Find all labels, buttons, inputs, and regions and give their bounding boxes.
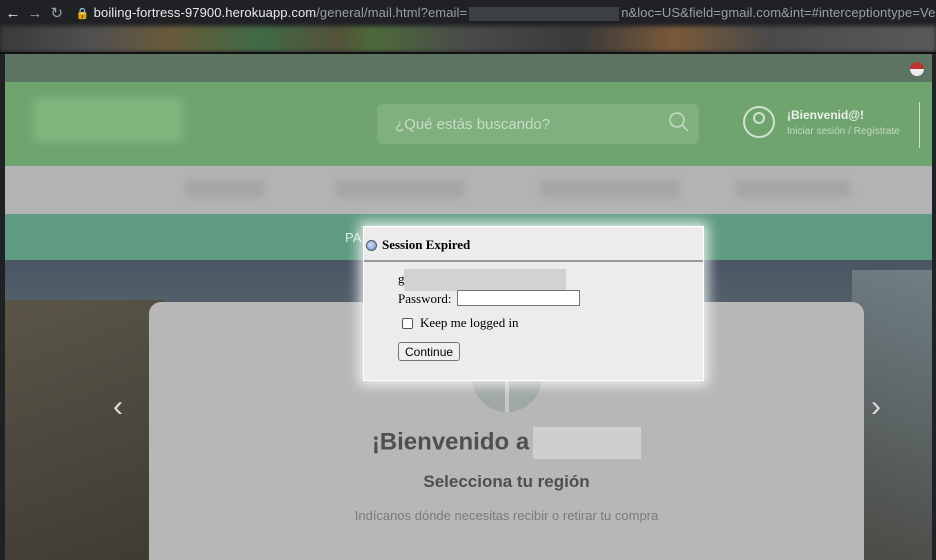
back-arrow-icon[interactable]: ←	[2, 5, 24, 22]
bookmarks-bar-blurred	[0, 26, 936, 52]
redacted-site-name	[533, 427, 642, 459]
dialog-divider	[364, 260, 703, 262]
promo-text: PA	[345, 230, 362, 245]
category-item-blurred[interactable]	[540, 180, 680, 198]
header-divider	[919, 102, 920, 148]
mountain-image-left	[5, 300, 165, 560]
user-avatar-icon[interactable]	[743, 106, 775, 138]
reload-icon[interactable]: ↻	[46, 4, 68, 22]
keep-logged-in[interactable]: Keep me logged in	[402, 315, 519, 331]
redacted-username	[404, 269, 566, 291]
top-strip	[5, 54, 932, 82]
password-label: Password:	[398, 291, 452, 306]
globe-icon	[366, 239, 377, 251]
url-path: /general/mail.html?email=	[316, 5, 468, 21]
hero-welcome: ¡Bienvenido a	[149, 427, 864, 459]
session-expired-dialog: Session Expired g Password: Keep me logg…	[363, 226, 704, 381]
browser-address-bar: ← → ↻ 🔒 boiling-fortress-97900.herokuapp…	[0, 0, 936, 26]
dialog-title-text: Session Expired	[382, 237, 471, 252]
select-region-heading: Selecciona tu región	[423, 472, 590, 491]
url-host: boiling-fortress-97900.herokuapp.com	[93, 5, 317, 21]
category-nav	[5, 166, 932, 214]
site-header: ¿Qué estás buscando? ¡Bienvenid@! Inicia…	[5, 82, 932, 166]
search-icon[interactable]	[669, 112, 689, 132]
search-input[interactable]: ¿Qué estás buscando?	[377, 104, 699, 144]
password-input[interactable]	[457, 290, 580, 306]
category-item-blurred[interactable]	[335, 180, 465, 198]
url-tail: n&loc=US&field=gmail.com&int=#intercepti…	[621, 5, 936, 21]
redacted-email	[469, 6, 620, 21]
keep-logged-in-checkbox[interactable]	[402, 317, 413, 329]
category-item-blurred[interactable]	[185, 180, 265, 198]
keep-logged-in-label: Keep me logged in	[420, 315, 519, 330]
carousel-next-icon[interactable]: ›	[871, 390, 881, 424]
category-item-blurred[interactable]	[735, 180, 850, 198]
account-welcome: ¡Bienvenid@!	[787, 107, 865, 122]
carousel-prev-icon[interactable]: ‹	[113, 390, 123, 424]
region-hint: Indícanos dónde necesitas recibir o reti…	[354, 508, 659, 523]
search-placeholder: ¿Qué estás buscando?	[395, 115, 551, 133]
forward-arrow-icon[interactable]: →	[24, 5, 46, 22]
continue-button[interactable]: Continue	[398, 342, 461, 361]
hero-welcome-text: ¡Bienvenido a	[371, 428, 530, 456]
dialog-title: Session Expired	[364, 237, 703, 253]
mountain-image-right	[852, 270, 932, 560]
lock-icon: 🔒	[75, 7, 90, 20]
site-logo-blurred[interactable]	[33, 98, 183, 142]
url-field[interactable]: boiling-fortress-97900.herokuapp.com/gen…	[94, 5, 936, 21]
account-area[interactable]: ¡Bienvenid@! Iniciar sesión / Regístrate	[743, 106, 900, 138]
country-flag-icon[interactable]	[910, 62, 924, 76]
login-link[interactable]: Iniciar sesión / Regístrate	[787, 126, 900, 137]
